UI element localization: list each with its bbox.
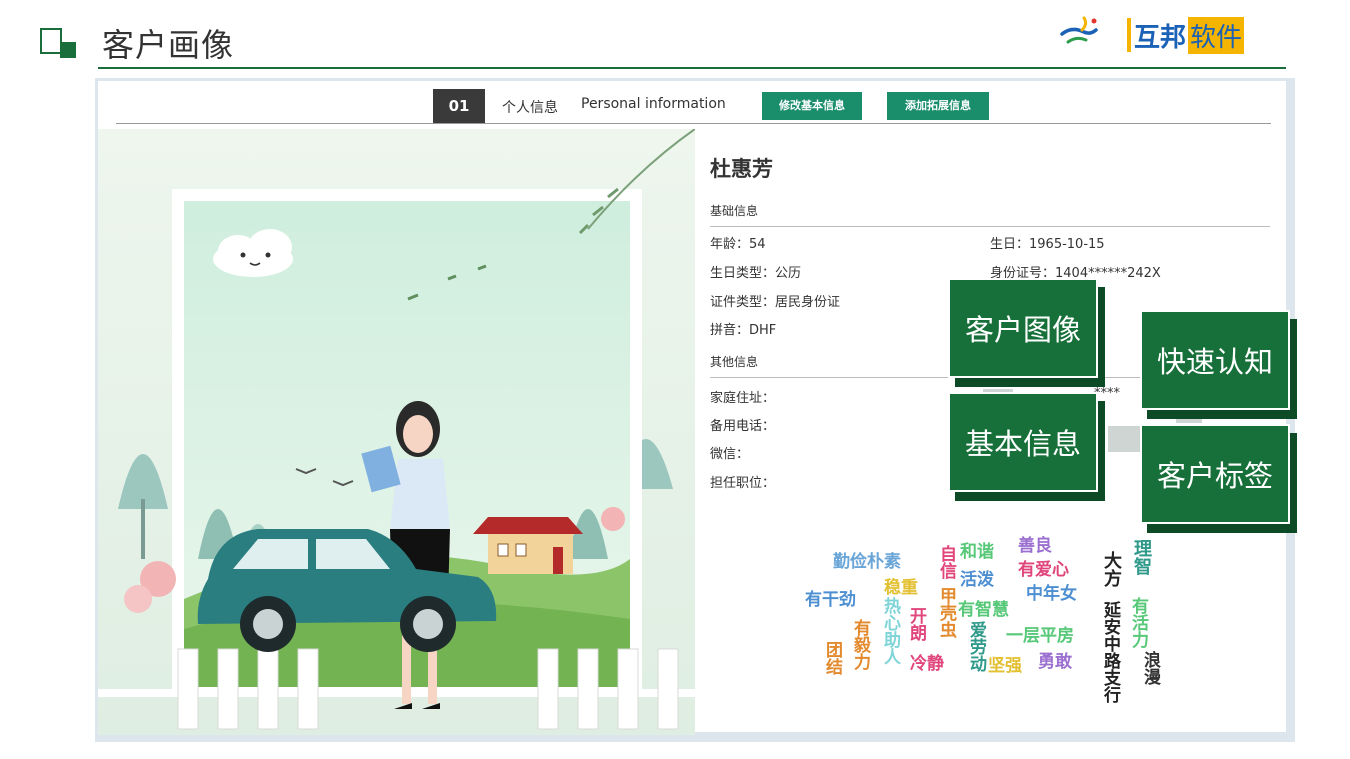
position-field: 担任职位：	[710, 476, 776, 491]
logo-brand-text: 互邦	[1134, 22, 1187, 53]
basic-info-block[interactable]: 基本信息	[948, 392, 1098, 492]
customer-illustration	[98, 129, 695, 735]
customer-label-block[interactable]: 客户标签	[1140, 424, 1290, 524]
tag-item: 善良	[1018, 536, 1052, 556]
section-marker-icon	[40, 28, 76, 58]
customer-label-label: 客户标签	[1140, 424, 1290, 524]
tag-item: 活泼	[960, 570, 994, 590]
customer-name: 杜惠芳	[710, 157, 773, 181]
tag-item: 延安中路支行	[1100, 601, 1120, 703]
basic-info-heading: 基础信息	[710, 204, 759, 218]
customer-portrait-block[interactable]: 客户图像	[948, 278, 1098, 378]
wechat-field: 微信：	[710, 447, 750, 462]
tag-item: 勇敢	[1038, 652, 1072, 672]
section-title-cn: 个人信息	[502, 100, 558, 116]
tag-item: 有智慧	[958, 600, 1009, 620]
basic-info-label: 基本信息	[948, 392, 1098, 492]
quick-cognition-block[interactable]: 快速认知	[1140, 310, 1290, 410]
birthday-field: 生日：1965-10-15	[990, 237, 1105, 252]
tag-item: 勤俭朴素	[833, 552, 901, 572]
edit-basic-info-button[interactable]: 修改基本信息	[762, 92, 862, 120]
tag-item: 大方	[1101, 551, 1122, 587]
backup-phone-field: 备用电话：	[710, 419, 776, 434]
tag-item: 有爱心	[1018, 560, 1069, 580]
app-content: 01 个人信息 Personal information 修改基本信息 添加拓展…	[98, 81, 1286, 735]
tag-item: 甲壳虫	[936, 587, 956, 638]
pinyin-field: 拼音：DHF	[710, 323, 777, 338]
section-title-en: Personal information	[581, 96, 726, 112]
basic-info-divider	[710, 226, 1270, 227]
tag-item: 一层平房	[1006, 626, 1074, 646]
birthday-type-field: 生日类型：公历	[710, 266, 802, 281]
logo-suffix-text: 软件	[1188, 16, 1245, 54]
tag-item: 冷静	[910, 654, 944, 674]
other-info-heading: 其他信息	[710, 355, 759, 369]
tag-item: 开朗	[906, 607, 926, 641]
company-logo: 互邦 软件	[1127, 16, 1245, 54]
app-frame: 01 个人信息 Personal information 修改基本信息 添加拓展…	[95, 78, 1295, 742]
tag-item: 自信	[936, 545, 956, 579]
company-logo-icon	[1060, 16, 1098, 44]
tag-item: 稳重	[884, 578, 918, 598]
tag-item: 爱劳动	[966, 621, 986, 672]
tag-item: 浪漫	[1140, 651, 1160, 685]
section-toolbar: 01 个人信息 Personal information 修改基本信息 添加拓展…	[116, 89, 1271, 124]
customer-portrait-label: 客户图像	[948, 278, 1098, 378]
header-divider	[98, 67, 1286, 69]
tag-item: 热心助人	[880, 597, 900, 665]
tag-item: 坚强	[988, 656, 1022, 676]
tag-item: 团结	[822, 641, 842, 675]
tag-item: 有毅力	[850, 619, 870, 670]
tag-item: 有干劲	[805, 590, 856, 610]
home-address-field: 家庭住址：	[710, 391, 776, 406]
tag-item: 理智	[1131, 539, 1152, 575]
add-extended-info-button[interactable]: 添加拓展信息	[887, 92, 989, 120]
age-field: 年龄：54	[710, 237, 766, 252]
section-index-badge: 01	[433, 89, 485, 123]
page-title: 客户画像	[102, 26, 235, 64]
tag-item: 有活力	[1128, 597, 1148, 648]
tag-item: 和谐	[960, 542, 994, 562]
block-connector	[1176, 417, 1202, 423]
tag-item: 中年女	[1026, 584, 1077, 604]
id-type-field: 证件类型：居民身份证	[710, 295, 841, 310]
quick-cognition-label: 快速认知	[1140, 310, 1290, 410]
